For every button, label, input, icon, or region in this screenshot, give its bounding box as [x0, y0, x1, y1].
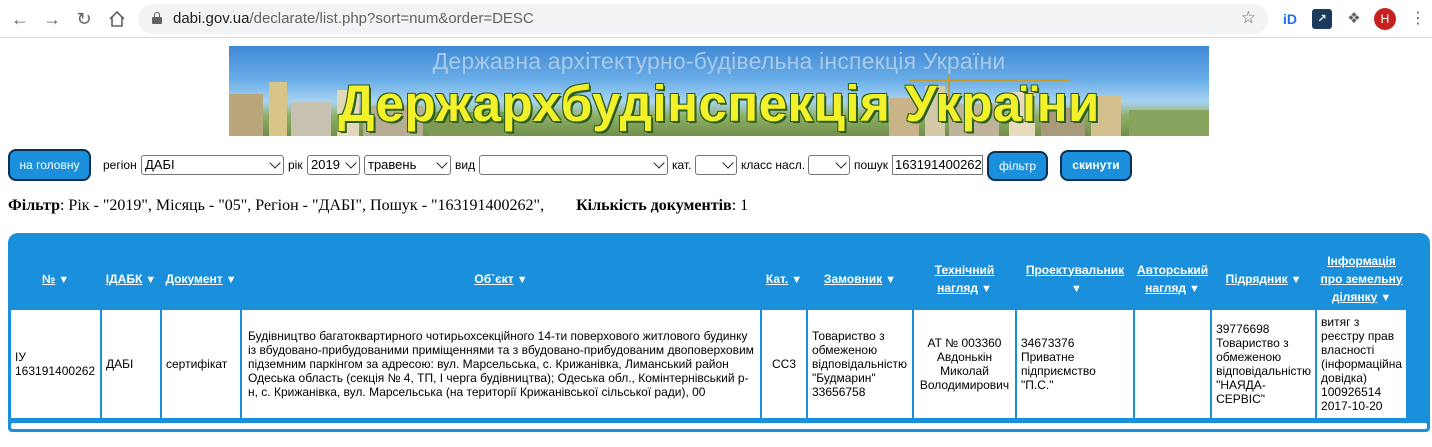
reset-button[interactable]: скинути — [1060, 150, 1132, 181]
extension-id-icon[interactable]: iD — [1280, 9, 1300, 29]
chevron-down-icon — [269, 157, 281, 169]
region-select[interactable]: ДАБІ — [141, 155, 284, 175]
chevron-down-icon — [436, 157, 448, 169]
sort-down-icon[interactable]: ▼ — [981, 280, 992, 298]
cell-tech-supervision: АТ № 003360 Авдонькін Миколай Володимиро… — [914, 310, 1015, 418]
filter-text: : Рік - "2019", Місяць - "05", Регіон - … — [59, 197, 545, 214]
results-grid: № ▼ ІДАБК ▼ Документ ▼ Об`єкт ▼ Кат. ▼ Замовн… — [9, 248, 1408, 420]
cell-category: СС3 — [762, 310, 806, 418]
cell-customer: Товариство з обмеженою відповідальністю … — [808, 310, 912, 418]
chevron-down-icon — [653, 157, 665, 169]
search-label: пошук — [854, 158, 889, 172]
url-text[interactable]: dabi.gov.ua/declarate/list.php?sort=num&… — [173, 10, 534, 28]
banner-title: Держархбудінспекція України — [338, 75, 1100, 132]
results-table: № ▼ ІДАБК ▼ Документ ▼ Об`єкт ▼ Кат. ▼ Замовн… — [8, 233, 1430, 432]
sort-down-icon[interactable]: ▼ — [1189, 280, 1200, 298]
extension-chart-icon[interactable]: ↗ — [1312, 9, 1332, 29]
sort-down-icon[interactable]: ▼ — [885, 271, 896, 289]
column-header-tech-supervision[interactable]: Технічний нагляд ▼ — [914, 250, 1015, 308]
cell-author-supervision — [1135, 310, 1211, 418]
browser-toolbar: ← → ↻ dabi.gov.ua/declarate/list.php?sor… — [0, 0, 1432, 38]
filter-button[interactable]: фільтр — [987, 151, 1048, 181]
forward-arrow-icon[interactable]: → — [41, 8, 63, 30]
lock-icon[interactable] — [152, 12, 162, 24]
cell-document: сертифікат — [162, 310, 240, 418]
sort-down-icon[interactable]: ▼ — [1291, 271, 1302, 289]
region-label: регіон — [103, 158, 137, 172]
column-header-contractor[interactable]: Підрядник ▼ — [1212, 250, 1316, 308]
cell-number: ІУ 163191400262 — [11, 310, 100, 418]
site-banner: Державна архітектурно-будівельна інспекц… — [229, 46, 1209, 136]
cell-contractor: 39776698 Товариство з обмеженою відповід… — [1212, 310, 1316, 418]
table-footer — [11, 423, 1427, 429]
sort-down-icon[interactable]: ▼ — [1380, 289, 1391, 307]
menu-dots-icon[interactable]: ⋮ — [1410, 8, 1426, 30]
sort-down-icon[interactable]: ▼ — [791, 271, 802, 289]
column-header-customer[interactable]: Замовник ▼ — [808, 250, 912, 308]
search-input[interactable]: 163191400262 — [892, 155, 983, 175]
filter-label: Фільтр — [8, 197, 60, 214]
sort-down-icon[interactable]: ▼ — [1071, 280, 1082, 298]
profile-avatar[interactable]: H — [1374, 8, 1396, 30]
cell-land-info: витяг з реєстру прав власності (інформац… — [1317, 310, 1407, 418]
column-header-author-supervision[interactable]: Авторський нагляд ▼ — [1135, 250, 1211, 308]
year-select[interactable]: 2019 — [307, 155, 360, 175]
month-select[interactable]: травень — [364, 155, 451, 175]
column-header-object[interactable]: Об`єкт ▼ — [242, 250, 760, 308]
category-label: кат. — [672, 158, 692, 172]
sort-down-icon[interactable]: ▼ — [58, 271, 69, 289]
cell-idabk: ДАБІ — [102, 310, 160, 418]
sort-down-icon[interactable]: ▼ — [517, 271, 528, 289]
cell-object: Будівництво багатоквартирного чотирьохсе… — [242, 310, 760, 418]
filter-summary: Фільтр: Рік - "2019", Місяць - "05", Рег… — [8, 197, 748, 215]
column-header-idabk[interactable]: ІДАБК ▼ — [102, 250, 160, 308]
chevron-down-icon — [345, 157, 357, 169]
cell-designer: 34673376 Приватне підприємство "П.С." — [1017, 310, 1133, 418]
back-arrow-icon[interactable]: ← — [9, 8, 31, 30]
address-bar[interactable]: dabi.gov.ua/declarate/list.php?sort=num&… — [138, 4, 1268, 34]
banner-subtitle: Державна архітектурно-будівельна інспекц… — [432, 48, 1006, 74]
table-row: ІУ 163191400262 ДАБІ сертифікат Будівниц… — [11, 310, 1407, 418]
column-header-category[interactable]: Кат. ▼ — [762, 250, 806, 308]
count-label: Кількість документів — [576, 197, 732, 214]
reload-icon[interactable]: ↻ — [73, 8, 95, 30]
category-select[interactable] — [695, 155, 737, 175]
column-header-number[interactable]: № ▼ — [11, 250, 100, 308]
year-label: рік — [288, 158, 303, 172]
home-button[interactable]: на головну — [8, 149, 91, 181]
extensions-puzzle-icon[interactable]: ❖ — [1344, 9, 1364, 29]
home-icon[interactable] — [106, 8, 128, 30]
count-value: : 1 — [731, 197, 749, 214]
column-header-document[interactable]: Документ ▼ — [162, 250, 240, 308]
sort-down-icon[interactable]: ▼ — [145, 271, 156, 289]
type-select[interactable] — [479, 155, 668, 175]
chevron-down-icon — [722, 157, 734, 169]
chevron-down-icon — [835, 157, 847, 169]
class-label: класс насл. — [741, 158, 806, 172]
bookmark-star-icon[interactable]: ☆ — [1241, 8, 1256, 28]
class-select[interactable] — [808, 155, 850, 175]
column-header-land-info[interactable]: Інформація про земельну ділянку ▼ — [1317, 250, 1407, 308]
sort-down-icon[interactable]: ▼ — [226, 271, 237, 289]
type-label: вид — [455, 158, 476, 172]
column-header-designer[interactable]: Проектувальник▼ — [1017, 250, 1133, 308]
